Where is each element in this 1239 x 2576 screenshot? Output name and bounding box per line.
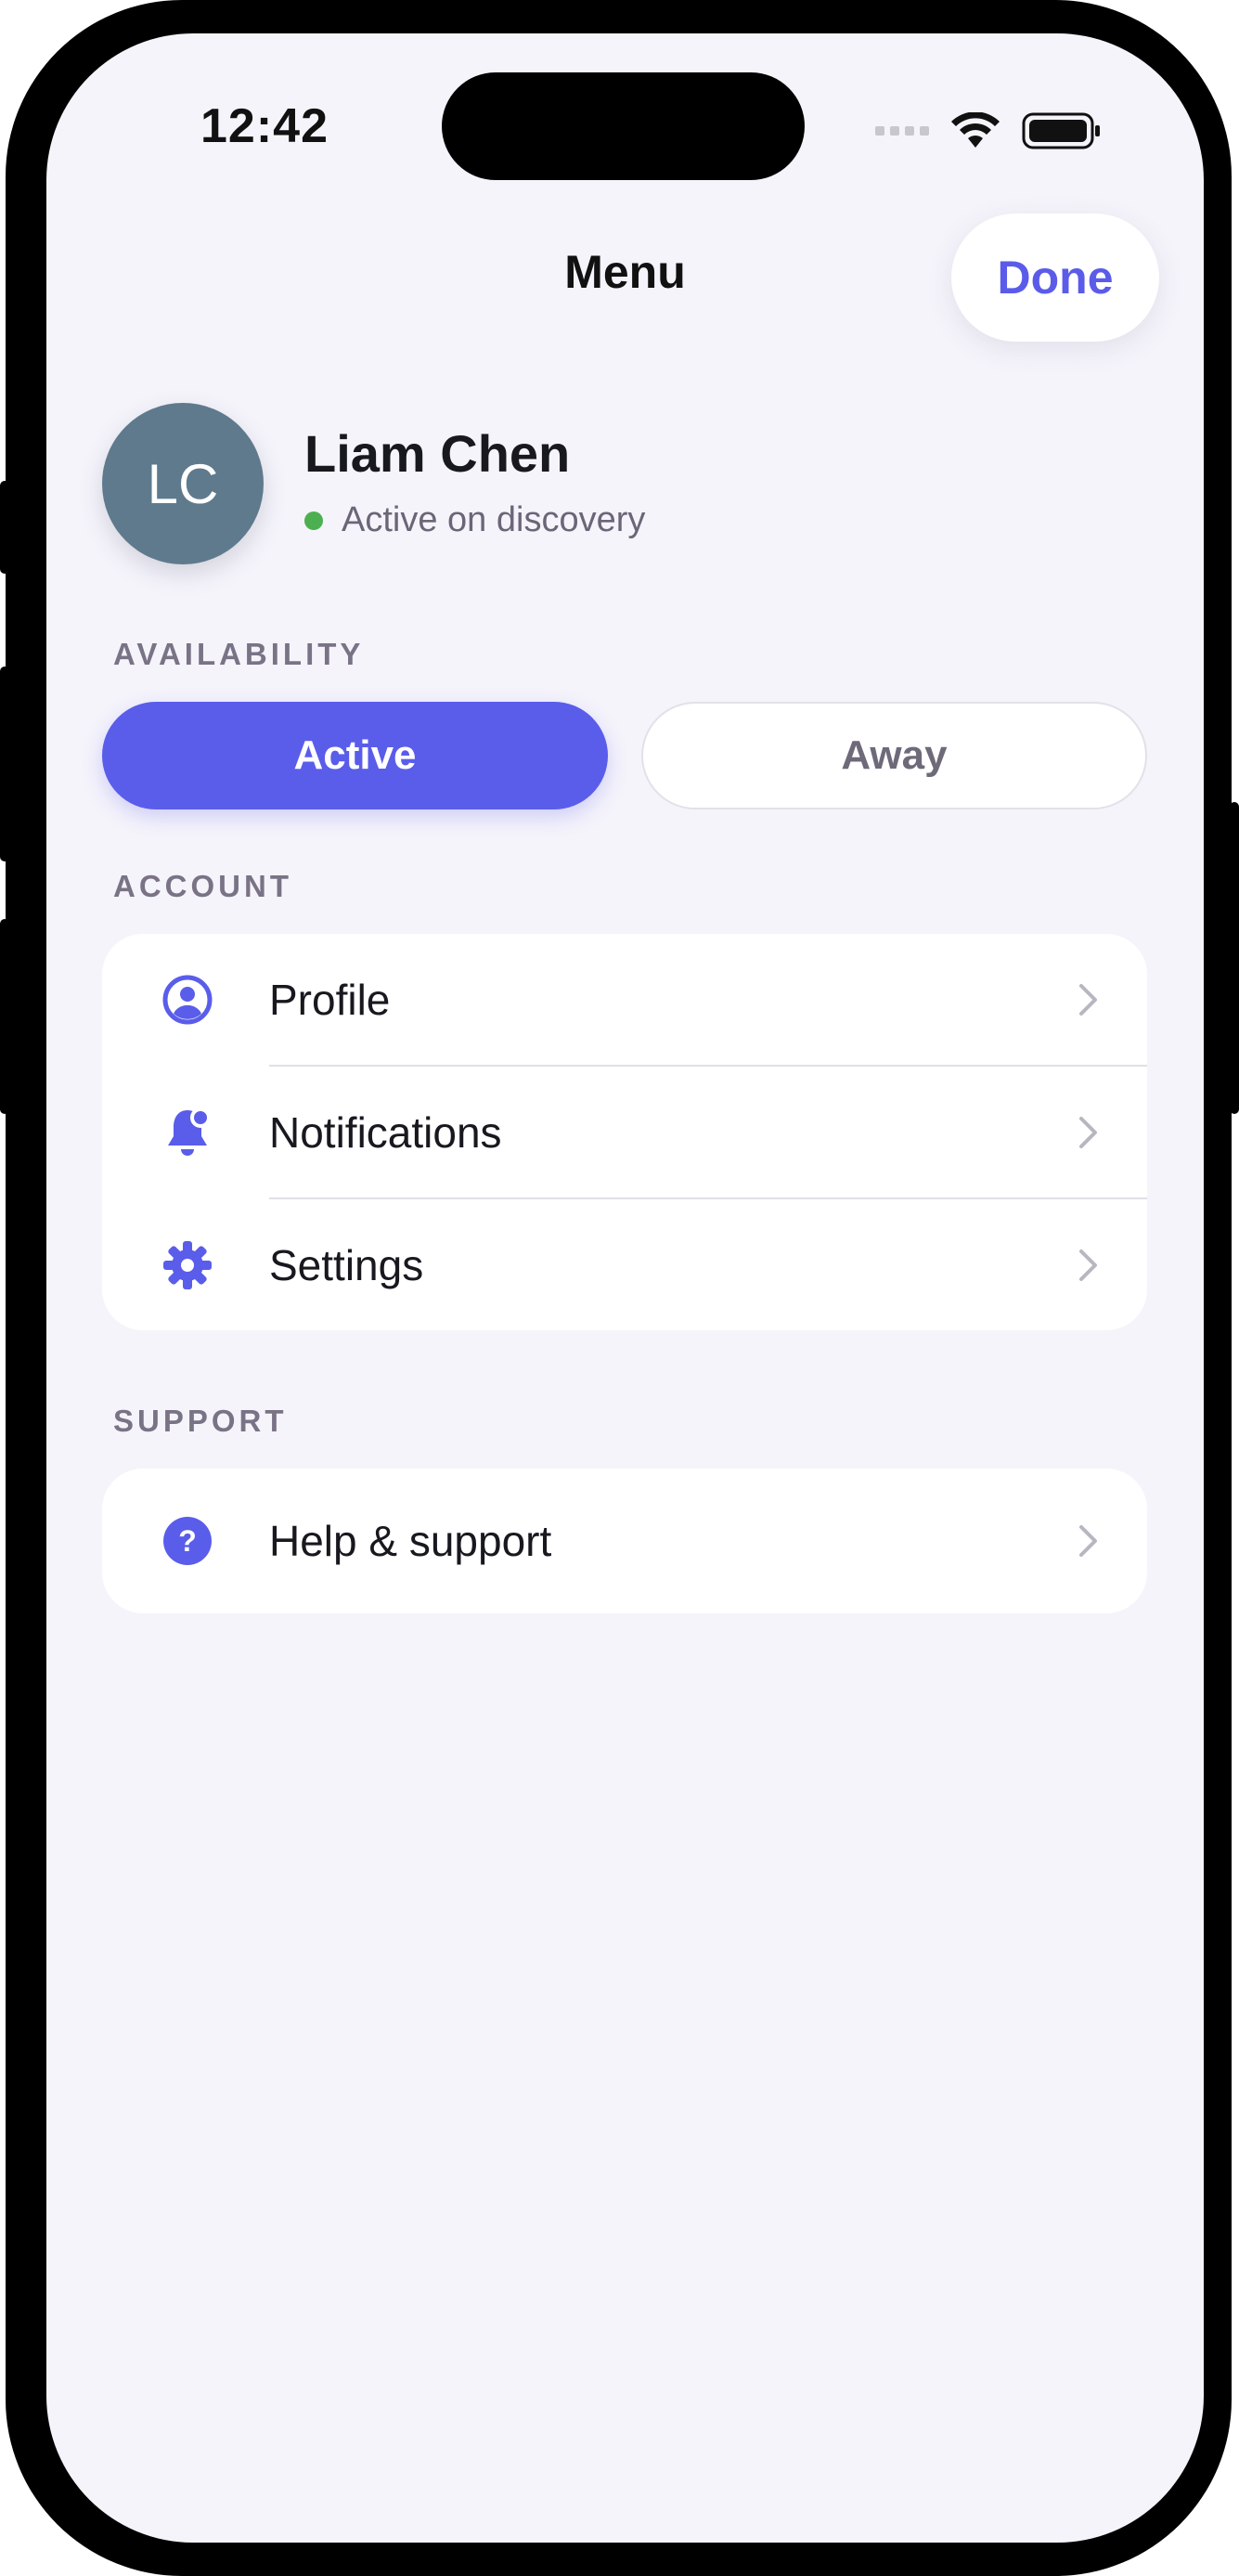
account-section-label: ACCOUNT [113,869,292,903]
support-item-label: Help & support [269,1517,552,1565]
phone-frame: 12:42 Menu Done LC Liam Chen Active on d… [6,0,1232,2576]
user-name: Liam Chen [304,424,571,483]
dynamic-island [442,72,805,180]
bell-icon [168,1107,211,1156]
chevron-right-icon [1079,1116,1097,1148]
account-item-notifications[interactable]: Notifications [102,1067,1147,1197]
status-text: Active on discovery [342,500,646,539]
availability-active-button[interactable]: Active [102,702,608,809]
chevron-right-icon [1079,1249,1097,1281]
done-button[interactable]: Done [951,214,1159,342]
screen: 12:42 Menu Done LC Liam Chen Active on d… [46,33,1204,2543]
avatar-initials: LC [147,452,219,515]
account-item-profile[interactable]: Profile [102,934,1147,1065]
profile-icon [162,975,213,1024]
support-card: ? Help & support [102,1469,1147,1613]
support-section-label: SUPPORT [113,1404,288,1438]
availability-active-label: Active [293,732,417,778]
account-item-settings[interactable]: Settings [102,1199,1147,1330]
availability-away-label: Away [841,732,948,778]
svg-text:?: ? [178,1524,197,1558]
help-icon: ? [163,1517,212,1565]
status-time: 12:42 [200,99,329,153]
status-dot-icon [304,511,323,530]
availability-section-label: AVAILABILITY [113,637,365,671]
support-item-help[interactable]: ? Help & support [102,1469,1147,1613]
gear-icon [163,1240,212,1289]
battery-icon [1022,112,1100,149]
account-item-label: Notifications [269,1107,502,1157]
wifi-icon [951,112,1000,148]
account-item-label: Settings [269,1240,424,1289]
status-icons [875,108,1102,154]
user-status: Active on discovery [304,500,645,540]
chevron-right-icon [1079,983,1097,1016]
account-card: Profile Notifications Settings [102,934,1147,1330]
availability-away-button[interactable]: Away [641,702,1147,809]
cellular-signal-icon [875,126,929,136]
account-item-label: Profile [269,975,391,1024]
chevron-right-icon [1079,1525,1097,1557]
avatar[interactable]: LC [102,403,264,564]
